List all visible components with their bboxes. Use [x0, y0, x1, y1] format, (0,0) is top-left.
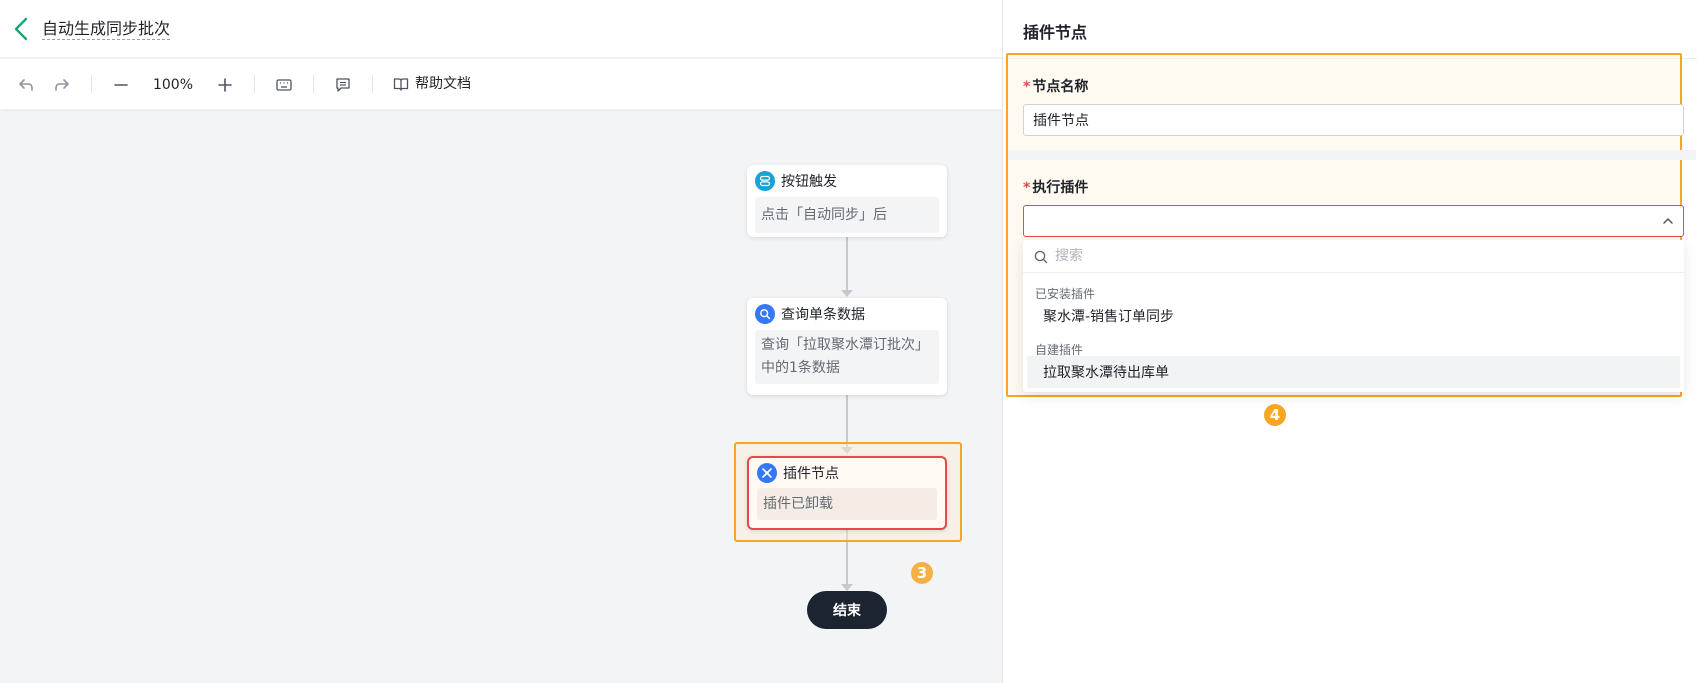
panel-title: 插件节点 [1023, 23, 1088, 42]
node-description: 查询「拉取聚水潭订批次」中的1条数据 [755, 330, 939, 384]
chevron-up-icon [1661, 214, 1675, 228]
toolbar-divider [372, 75, 373, 93]
node-properties-panel: 插件节点 *节点名称 *执行插件 已安装插件 聚水潭-销售订单同步 自建插件 拉… [1002, 0, 1697, 683]
flow-canvas[interactable]: 自动生成同步批次 100% 帮助文档 按钮触发 点击「自动同步」后 查询单条数据… [0, 0, 1002, 683]
exec-plugin-label-text: 执行插件 [1032, 180, 1089, 196]
flow-title[interactable]: 自动生成同步批次 [42, 18, 171, 40]
connector-line [846, 237, 848, 291]
exec-plugin-select[interactable] [1023, 205, 1684, 237]
flow-node-plugin[interactable]: 插件节点 插件已卸载 [747, 456, 947, 530]
step-badge-3: 3 [911, 562, 933, 584]
search-icon [1033, 249, 1049, 265]
flow-node-query-single[interactable]: 查询单条数据 查询「拉取聚水潭订批次」中的1条数据 [747, 298, 947, 395]
node-title: 插件节点 [783, 466, 839, 482]
button-trigger-icon [755, 171, 775, 191]
plugin-option[interactable]: 拉取聚水潭待出库单 [1027, 356, 1680, 388]
node-name-input[interactable] [1023, 104, 1684, 136]
canvas-toolbar: 100% 帮助文档 [0, 59, 1002, 109]
toolbar-divider [313, 75, 314, 93]
dropdown-search [1023, 240, 1684, 273]
search-icon [755, 304, 775, 324]
toolbar-divider [254, 75, 255, 93]
step-badge-4: 4 [1264, 404, 1286, 426]
node-name-label-text: 节点名称 [1032, 79, 1089, 95]
note-icon[interactable] [333, 75, 353, 95]
top-bar: 自动生成同步批次 [0, 0, 1002, 58]
undo-icon[interactable] [16, 75, 36, 95]
node-description: 插件已卸载 [757, 488, 937, 520]
connector-line [846, 395, 848, 448]
node-title: 按钮触发 [781, 174, 837, 190]
zoom-level: 100% [152, 77, 194, 93]
node-title: 查询单条数据 [781, 307, 865, 323]
section-separator [1008, 150, 1696, 160]
plugin-icon [757, 463, 777, 483]
book-icon [393, 76, 409, 92]
node-description: 点击「自动同步」后 [755, 197, 939, 233]
dropdown-search-input[interactable] [1055, 245, 1655, 267]
toolbar-divider [91, 75, 92, 93]
connector-arrow [841, 584, 853, 591]
plugin-dropdown: 已安装插件 聚水潭-销售订单同步 自建插件 拉取聚水潭待出库单 [1023, 240, 1684, 392]
node-name-label: * 节点名称 [1023, 76, 1088, 96]
zoom-in-icon[interactable] [215, 75, 235, 95]
keyboard-icon[interactable] [274, 75, 294, 95]
plugin-option[interactable]: 聚水潭-销售订单同步 [1027, 300, 1680, 332]
required-mark: * [1023, 180, 1031, 196]
help-docs-link[interactable]: 帮助文档 [393, 74, 471, 94]
back-icon[interactable] [10, 16, 34, 42]
connector-arrow [841, 290, 853, 297]
flow-node-button-trigger[interactable]: 按钮触发 点击「自动同步」后 [747, 165, 947, 237]
zoom-out-icon[interactable] [111, 75, 131, 95]
redo-icon[interactable] [52, 75, 72, 95]
help-docs-label: 帮助文档 [415, 76, 471, 92]
exec-plugin-label: * 执行插件 [1023, 177, 1088, 197]
required-mark: * [1023, 79, 1031, 95]
end-node[interactable]: 结束 [807, 591, 887, 629]
